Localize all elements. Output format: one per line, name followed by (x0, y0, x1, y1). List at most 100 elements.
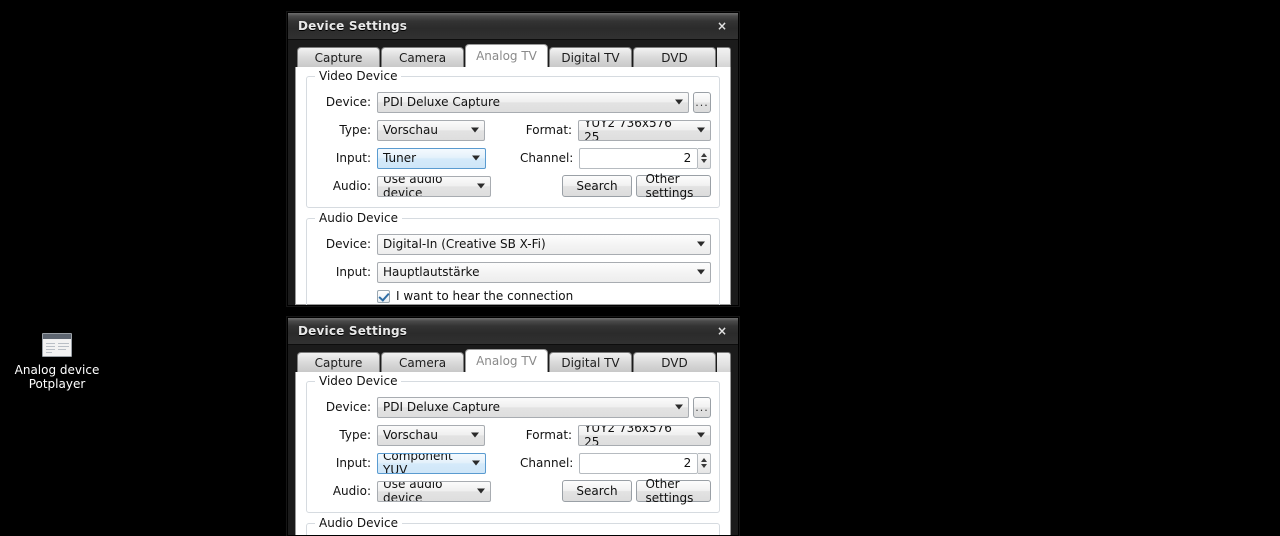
audio-device-group: Audio Device Device: Digital-In (Creativ… (306, 516, 720, 535)
video-type-label: Type: (339, 428, 371, 442)
video-input-select[interactable]: Tuner (377, 147, 487, 169)
video-channel-input[interactable]: 2 (579, 452, 699, 474)
window-1-title: Device Settings (298, 19, 408, 33)
video-channel-value: 2 (683, 456, 692, 470)
window-document-icon (42, 333, 72, 357)
video-device-row: Device: PDI Deluxe Capture ... (315, 91, 711, 113)
audio-device-row: Device: Digital-In (Creative SB X-Fi) (315, 233, 711, 255)
chevron-down-icon (697, 241, 705, 247)
search-button[interactable]: Search (561, 175, 633, 197)
hear-connection-checkbox[interactable] (377, 289, 390, 303)
video-input-value: Tuner (383, 151, 417, 165)
video-audio-label: Audio: (332, 179, 371, 193)
desktop-icon-analog-device-potplayer[interactable]: Analog device Potplayer (2, 333, 112, 391)
stepper-down-icon[interactable] (701, 464, 708, 468)
audio-input-row: Input: Hauptlautstärke (315, 261, 711, 283)
video-input-label: Input: (335, 456, 371, 470)
tab-capture[interactable]: Capture (297, 47, 380, 67)
tab-analog-tv[interactable]: Analog TV (465, 44, 548, 67)
window-1-tab-page: Video Device Device: PDI Deluxe Capture … (295, 67, 731, 305)
video-channel-value: 2 (683, 151, 692, 165)
video-input-label: Input: (335, 151, 371, 165)
tab-dvd[interactable]: DVD (633, 47, 716, 67)
window-2-title: Device Settings (298, 324, 408, 338)
video-format-select[interactable]: YUY2 736x576 25 (578, 424, 711, 446)
video-type-select[interactable]: Vorschau (377, 424, 486, 446)
tab-analog-tv[interactable]: Analog TV (465, 349, 548, 372)
video-channel-label: Channel: (520, 151, 574, 165)
video-device-group: Video Device Device: PDI Deluxe Capture … (306, 69, 720, 208)
video-device-browse-button[interactable]: ... (693, 91, 711, 113)
chevron-down-icon (471, 127, 480, 133)
video-audio-value: Use audio device (383, 480, 443, 502)
audio-input-select[interactable]: Hauptlautstärke (377, 261, 711, 283)
video-input-value: Component YUV (383, 452, 453, 474)
video-audio-select[interactable]: Use audio device (377, 480, 491, 502)
video-audio-select[interactable]: Use audio device (377, 175, 491, 197)
video-format-value: YUY2 736x576 25 (584, 424, 672, 446)
video-format-label: Format: (525, 123, 573, 137)
tab-digital-tv[interactable]: Digital TV (549, 47, 632, 67)
video-channel-label: Channel: (520, 456, 574, 470)
tab-capture[interactable]: Capture (297, 352, 380, 372)
chevron-down-icon (472, 155, 481, 161)
device-settings-window-2[interactable]: Device Settings × Capture Camera Analog … (287, 317, 739, 536)
video-device-legend: Video Device (315, 374, 402, 388)
close-icon[interactable]: × (714, 18, 730, 34)
other-settings-button[interactable]: Other settings (636, 477, 711, 505)
audio-device-legend: Audio Device (315, 211, 402, 225)
video-audio-buttons-row: Audio: Use audio device Search Other set… (315, 172, 711, 200)
desktop-icon-label: Analog device Potplayer (14, 363, 100, 391)
other-settings-button[interactable]: Other settings (636, 172, 711, 200)
chevron-down-icon (697, 127, 705, 133)
chevron-down-icon (675, 404, 684, 410)
video-audio-label: Audio: (332, 484, 371, 498)
audio-input-label: Input: (335, 265, 371, 279)
video-audio-buttons-row: Audio: Use audio device Search Other set… (315, 477, 711, 505)
video-input-channel-row: Input: Component YUV Channel: 2 (315, 452, 712, 474)
video-device-browse-button[interactable]: ... (693, 396, 711, 418)
stepper-up-icon[interactable] (701, 458, 708, 462)
chevron-down-icon (697, 432, 705, 438)
tab-dvd[interactable]: DVD (633, 352, 716, 372)
tab-camera[interactable]: Camera (381, 352, 464, 372)
audio-device-label: Device: (325, 237, 371, 251)
stepper-up-icon[interactable] (701, 153, 708, 157)
search-button[interactable]: Search (561, 480, 633, 502)
video-device-select[interactable]: PDI Deluxe Capture (377, 396, 690, 418)
hear-connection-row[interactable]: I want to hear the connection (377, 289, 711, 303)
video-input-channel-row: Input: Tuner Channel: 2 (315, 147, 712, 169)
video-channel-input[interactable]: 2 (579, 147, 699, 169)
video-type-value: Vorschau (383, 123, 438, 137)
video-type-format-row: Type: Vorschau Format: YUY2 736x576 25 (315, 424, 711, 446)
video-channel-stepper[interactable] (698, 147, 712, 169)
video-device-group: Video Device Device: PDI Deluxe Capture … (306, 374, 720, 513)
window-2-titlebar[interactable]: Device Settings × (288, 318, 738, 345)
video-format-value: YUY2 736x576 25 (584, 119, 672, 141)
video-type-select[interactable]: Vorschau (377, 119, 486, 141)
hear-connection-label: I want to hear the connection (396, 289, 574, 303)
chevron-down-icon (476, 183, 485, 189)
tabstrip-filler (717, 352, 731, 372)
video-channel-stepper[interactable] (698, 452, 712, 474)
audio-input-value: Hauptlautstärke (383, 265, 480, 279)
window-2-body: Capture Camera Analog TV Digital TV DVD … (288, 345, 738, 535)
close-icon[interactable]: × (714, 323, 730, 339)
window-1-tabstrip: Capture Camera Analog TV Digital TV DVD (295, 44, 731, 67)
audio-device-select[interactable]: Digital-In (Creative SB X-Fi) (377, 233, 711, 255)
video-device-select[interactable]: PDI Deluxe Capture (377, 91, 690, 113)
device-settings-window-1[interactable]: Device Settings × Capture Camera Analog … (287, 12, 739, 306)
video-input-select[interactable]: Component YUV (377, 452, 487, 474)
tab-digital-tv[interactable]: Digital TV (549, 352, 632, 372)
video-format-label: Format: (525, 428, 573, 442)
video-audio-value: Use audio device (383, 175, 443, 197)
window-1-titlebar[interactable]: Device Settings × (288, 13, 738, 40)
video-format-select[interactable]: YUY2 736x576 25 (578, 119, 711, 141)
chevron-down-icon (471, 432, 480, 438)
chevron-down-icon (675, 99, 684, 105)
window-1-body: Capture Camera Analog TV Digital TV DVD … (288, 40, 738, 305)
tab-camera[interactable]: Camera (381, 47, 464, 67)
stepper-down-icon[interactable] (701, 159, 708, 163)
window-2-tabstrip: Capture Camera Analog TV Digital TV DVD (295, 349, 731, 372)
video-type-label: Type: (339, 123, 371, 137)
